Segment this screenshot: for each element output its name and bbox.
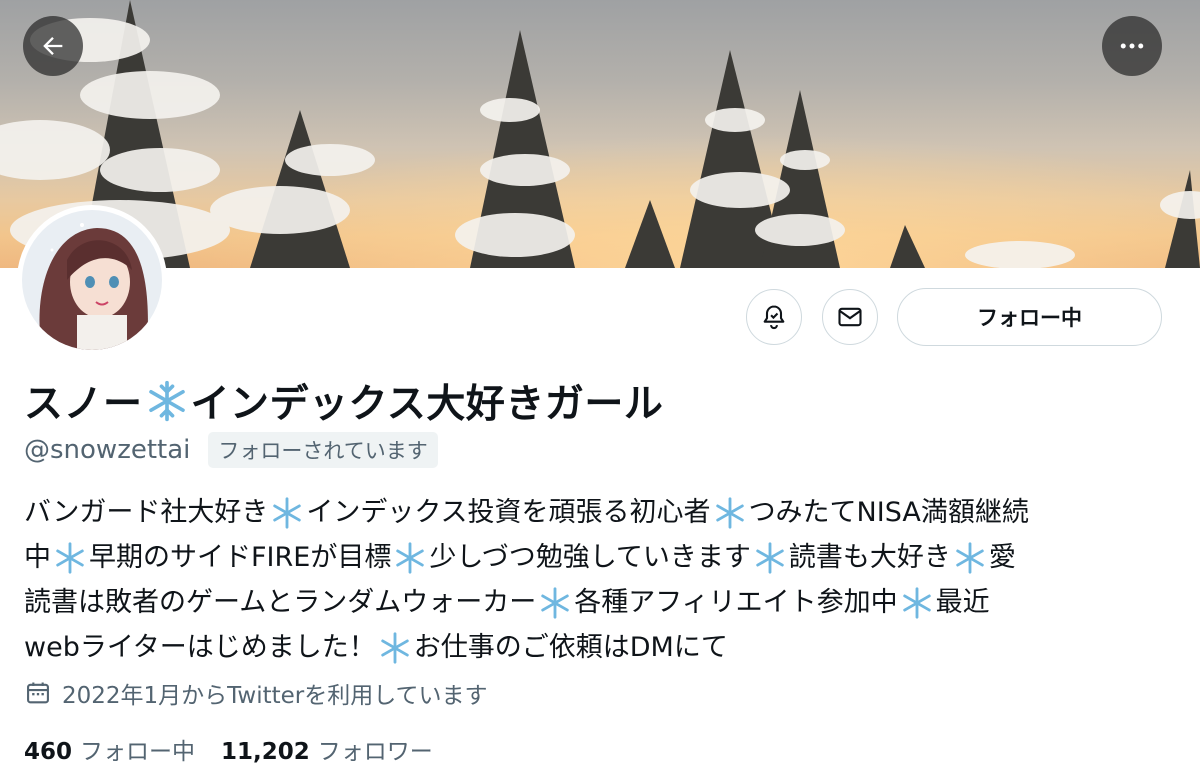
snowflake-icon bbox=[396, 541, 425, 574]
notification-button[interactable] bbox=[746, 289, 802, 345]
bio-text: つみたてNISA満額継続 bbox=[748, 497, 1029, 528]
bio-text: 最近 bbox=[935, 587, 990, 618]
bio-text: 少しづつ勉強していきます bbox=[429, 542, 751, 573]
user-handle: @snowzettai bbox=[24, 435, 191, 465]
snowflake-icon bbox=[148, 380, 185, 422]
following-button-label: フォロー中 bbox=[977, 306, 1082, 330]
bio-text: 愛 bbox=[988, 542, 1016, 573]
joined-date-row: 2022年1月からTwitterを利用しています bbox=[24, 676, 488, 710]
bio-line: 中 早期のサイドFIREが目標 少しづつ勉強していきます 読書も大好き 愛 bbox=[24, 535, 1174, 580]
bio-text: 読書は敗者のゲームとランダムウォーカー bbox=[24, 587, 537, 618]
back-button[interactable] bbox=[23, 16, 83, 76]
follows-you-badge: フォローされています bbox=[208, 432, 438, 468]
following-button[interactable]: フォロー中 bbox=[897, 288, 1162, 346]
more-dots-icon bbox=[1120, 43, 1144, 49]
handle-row: @snowzettai フォローされています bbox=[24, 432, 438, 468]
bio-line: バンガード社大好き インデックス投資を頑張る初心者 つみたてNISA満額継続 bbox=[24, 490, 1174, 535]
banner-image bbox=[0, 0, 1200, 268]
snowflake-icon bbox=[56, 541, 84, 574]
bio-text: インデックス投資を頑張る初心者 bbox=[306, 497, 711, 528]
profile-banner[interactable] bbox=[0, 0, 1200, 268]
display-name-part: インデックス大好きガール bbox=[190, 382, 664, 427]
mail-icon bbox=[838, 307, 862, 327]
joined-date-text: 2022年1月からTwitterを利用しています bbox=[62, 683, 488, 709]
bio-text: webライターはじめました！ bbox=[24, 632, 376, 663]
calendar-icon bbox=[27, 682, 49, 704]
more-options-button[interactable] bbox=[1102, 16, 1162, 76]
notification-bell-icon bbox=[763, 305, 785, 330]
avatar[interactable] bbox=[17, 205, 167, 355]
snowflake-icon bbox=[756, 541, 784, 574]
display-name-part: スノー bbox=[24, 382, 143, 427]
bio-text: 早期のサイドFIREが目標 bbox=[89, 542, 392, 573]
following-label[interactable]: フォロー中 bbox=[80, 732, 195, 766]
snowflake-icon bbox=[381, 631, 409, 664]
snowflake-icon bbox=[956, 541, 984, 574]
bio-text: 各種アフィリエイト参加中 bbox=[574, 587, 898, 618]
follow-stats: 460 フォロー中 11,202 フォロワー bbox=[24, 732, 451, 766]
bio-text: バンガード社大好き bbox=[24, 497, 269, 528]
display-name: スノー インデックス大好きガール bbox=[24, 373, 663, 429]
bio-text: 読書も大好き bbox=[788, 542, 951, 573]
back-arrow-icon bbox=[43, 37, 63, 55]
bio-line: webライターはじめました！ お仕事のご依頼はDMにて bbox=[24, 625, 1174, 670]
following-count[interactable]: 460 bbox=[24, 739, 72, 765]
bio-text: お仕事のご依頼はDMにて bbox=[413, 632, 728, 663]
bio-line: 読書は敗者のゲームとランダムウォーカー 各種アフィリエイト参加中 最近 bbox=[24, 580, 1174, 625]
snowflake-icon bbox=[541, 586, 569, 619]
profile-bio: バンガード社大好き インデックス投資を頑張る初心者 つみたてNISA満額継続 中… bbox=[24, 490, 1174, 670]
followers-count[interactable]: 11,202 bbox=[221, 739, 310, 765]
snowflake-icon bbox=[273, 496, 302, 529]
bio-text: 中 bbox=[24, 542, 51, 573]
snowflake-icon bbox=[715, 496, 744, 529]
message-button[interactable] bbox=[822, 289, 878, 345]
snowflake-icon bbox=[902, 586, 931, 619]
avatar-image bbox=[22, 210, 162, 350]
followers-label[interactable]: フォロワー bbox=[318, 732, 433, 766]
